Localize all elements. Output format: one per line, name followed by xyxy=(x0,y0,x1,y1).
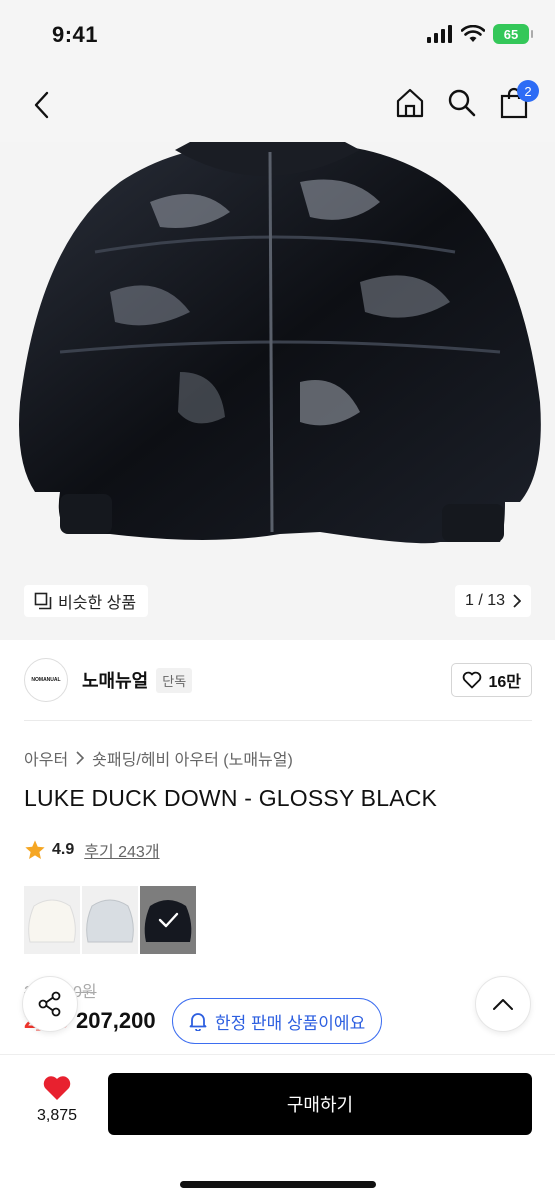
buy-button[interactable]: 구매하기 xyxy=(108,1073,532,1135)
swatch-light-gray-image xyxy=(86,899,134,943)
copy-icon xyxy=(34,592,52,610)
search-icon xyxy=(448,89,476,117)
signal-icon xyxy=(427,25,452,43)
scroll-top-button[interactable] xyxy=(475,976,531,1032)
share-icon xyxy=(38,991,61,1017)
cart-count-badge: 2 xyxy=(517,80,539,102)
swatch-ivory[interactable] xyxy=(24,886,80,954)
buy-button-label: 구매하기 xyxy=(286,1095,354,1115)
product-title: LUKE DUCK DOWN - GLOSSY BLACK xyxy=(24,785,438,811)
heart-filled-icon xyxy=(43,1076,71,1100)
bell-icon xyxy=(189,1013,207,1031)
battery-level: 65 xyxy=(503,26,519,42)
divider xyxy=(24,720,532,721)
battery-indicator: 65 xyxy=(493,24,533,44)
brand-like-button[interactable]: 16만 xyxy=(451,663,532,697)
similar-products-button[interactable]: 비슷한 상품 xyxy=(24,585,149,617)
swatch-light-gray[interactable] xyxy=(82,886,138,954)
chevron-right-icon xyxy=(76,751,85,765)
color-swatches xyxy=(24,886,196,954)
share-button[interactable] xyxy=(22,976,78,1032)
swatch-glossy-black-image xyxy=(144,900,192,942)
home-button[interactable] xyxy=(393,84,427,122)
review-count-link[interactable]: 후기 243개 xyxy=(84,838,159,862)
limited-sale-banner[interactable]: 한정 판매 상품이에요 xyxy=(172,998,383,1044)
brand-logo-text: NOMANUAL xyxy=(31,677,61,683)
image-counter-text: 1 / 13 xyxy=(464,592,505,609)
product-like-count: 3,875 xyxy=(36,1107,78,1124)
image-counter[interactable]: 1 / 13 xyxy=(454,585,531,617)
cart-button[interactable]: 2 xyxy=(497,80,539,122)
breadcrumb-item-category[interactable]: 숏패딩/헤비 아우터 (노매뉴얼) xyxy=(92,746,293,770)
exclusive-tag: 단독 xyxy=(156,667,193,693)
product-image-carousel[interactable]: 비슷한 상품 1 / 13 xyxy=(0,142,555,640)
rating-score: 4.9 xyxy=(52,841,75,858)
bottom-bar: 3,875 구매하기 xyxy=(0,1054,555,1200)
rating: 4.9 후기 243개 xyxy=(24,838,160,862)
status-icons: 65 xyxy=(427,24,533,44)
product-like-button[interactable]: 3,875 xyxy=(24,1075,90,1125)
star-icon xyxy=(25,840,45,859)
brand-name[interactable]: 노매뉴얼 xyxy=(82,667,148,693)
heart-outline-icon xyxy=(463,671,482,689)
similar-products-label: 비슷한 상품 xyxy=(58,595,137,612)
home-icon xyxy=(396,88,424,118)
brand-like-count: 16만 xyxy=(488,674,521,691)
sale-price: 207,200 xyxy=(76,1008,156,1033)
breadcrumb: 아우터 숏패딩/헤비 아우터 (노매뉴얼) xyxy=(24,746,293,770)
chevron-right-icon xyxy=(513,594,521,608)
breadcrumb-item-outer[interactable]: 아우터 xyxy=(24,746,68,770)
home-indicator xyxy=(180,1181,376,1188)
status-time: 9:41 xyxy=(52,22,99,47)
chevron-left-icon xyxy=(34,91,49,119)
limited-sale-label: 한정 판매 상품이에요 xyxy=(215,1013,366,1033)
brand-logo[interactable]: NOMANUAL xyxy=(24,658,68,702)
search-button[interactable] xyxy=(445,84,479,122)
swatch-ivory-image xyxy=(28,899,76,943)
status-bar: 9:41 65 xyxy=(0,0,555,70)
brand-row: NOMANUAL 노매뉴얼 단독 16만 xyxy=(24,656,532,704)
top-nav: 2 xyxy=(0,70,555,142)
nav-actions: 2 xyxy=(393,80,539,122)
product-image xyxy=(19,142,541,544)
swatch-glossy-black[interactable] xyxy=(140,886,196,954)
back-button[interactable] xyxy=(26,88,56,122)
wifi-icon xyxy=(461,25,485,42)
chevron-up-icon xyxy=(493,999,513,1010)
